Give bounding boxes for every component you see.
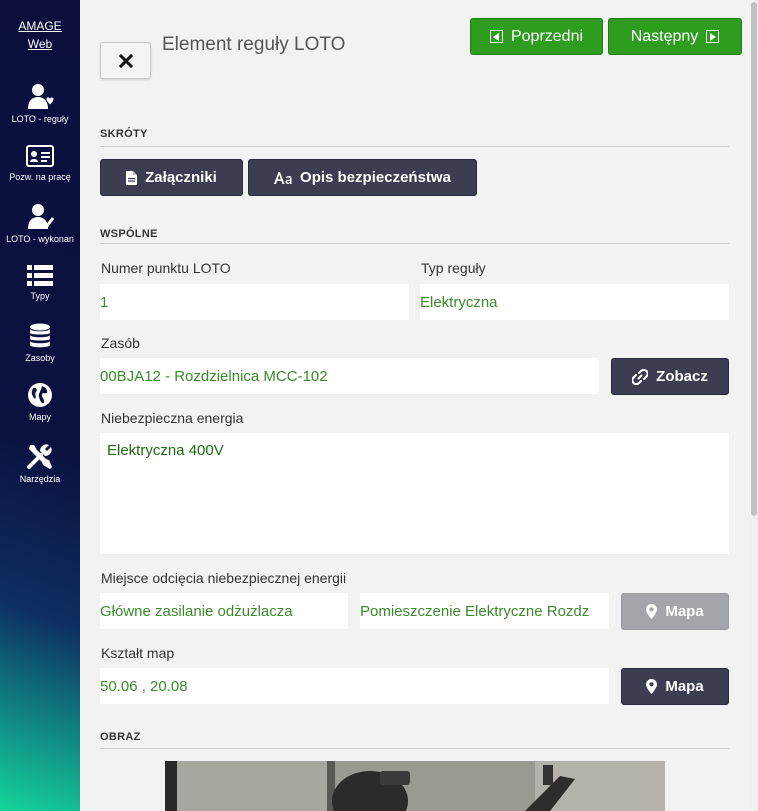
close-icon [118,53,133,68]
section-divider [100,748,729,749]
section-image-heading: OBRAZ [100,731,141,743]
asset-label: Zasób [101,335,140,351]
document-icon [126,170,138,185]
sidebar-item-work-permit[interactable]: Pozw. na pracę [0,144,80,182]
user-check-icon [28,204,54,229]
id-card-icon [26,145,54,167]
loto-point-field[interactable]: 1 [100,284,409,320]
attachments-button[interactable]: Załączniki [100,159,243,196]
brand-line2: Web [27,37,53,51]
sidebar-item-types[interactable]: Typy [0,263,80,301]
sidebar-item-loto-executions[interactable]: LOTO - wykonan [0,202,80,244]
globe-icon [28,383,52,407]
sidebar-item-label: LOTO - wykonan [6,234,74,244]
rule-type-field[interactable]: Elektryczna [420,284,729,320]
attachments-label: Załączniki [145,169,217,186]
cutoff-location-field[interactable]: Główne zasilanie odżużlacza [100,593,348,629]
next-label: Następny [630,27,699,45]
map-shape-label: Kształt map [101,645,175,661]
prev-arrow-icon [489,30,503,43]
main-content: Element reguły LOTO Poprzedni Następny S… [80,0,750,811]
hazardous-energy-label: Niebezpieczna energia [101,410,244,426]
previous-button[interactable]: Poprzedni [470,18,603,55]
brand-line1: AMAGE [18,19,62,33]
section-divider [100,243,729,244]
shape-map-label: Mapa [665,678,704,695]
section-common-heading: WSPÓLNE [100,228,158,240]
list-icon [27,265,53,286]
text-size-icon [274,171,292,184]
section-divider [100,146,729,147]
sidebar-item-label: Typy [30,291,50,301]
hazardous-energy-field[interactable]: Elektryczna 400V [100,433,729,554]
close-button[interactable] [100,42,151,79]
map-shape-field[interactable]: 50.06 , 20.08 [100,668,609,704]
safety-description-label: Opis bezpieczeństwa [300,169,451,186]
sidebar-item-loto-rules[interactable]: LOTO - reguły [0,82,80,124]
sidebar-item-assets[interactable]: Zasoby [0,323,80,363]
database-icon [30,323,50,348]
sidebar-item-label: Narzędzia [19,474,61,484]
section-shortcuts-heading: SKRÓTY [100,128,148,140]
view-asset-button[interactable]: Zobacz [611,358,729,395]
brand-link[interactable]: AMAGE Web [0,17,80,53]
next-arrow-icon [706,30,720,43]
vertical-scrollbar[interactable] [750,0,758,811]
shape-map-button[interactable]: Mapa [621,668,729,705]
scrollbar-thumb[interactable] [751,2,757,516]
sidebar-item-label: Pozw. na pracę [9,172,71,182]
link-icon [632,368,649,385]
sidebar-item-label: LOTO - reguły [11,114,69,124]
user-heart-icon [28,84,54,109]
rule-type-label: Typ reguły [421,260,486,276]
asset-field[interactable]: 00BJA12 - Rozdzielnica MCC-102 [100,358,599,394]
map-marker-icon [646,679,658,694]
sidebar-item-label: Zasoby [25,353,55,363]
previous-label: Poprzedni [510,27,584,45]
sidebar: AMAGE Web LOTO - reguły Pozw. na pracę L… [0,0,80,811]
safety-description-button[interactable]: Opis bezpieczeństwa [248,159,477,196]
sidebar-item-maps[interactable]: Mapy [0,382,80,422]
cutoff-map-label: Mapa [665,603,704,620]
tools-icon [27,444,52,469]
next-button[interactable]: Następny [608,18,742,55]
equipment-photo [165,761,665,811]
cutoff-location-label: Miejsce odcięcia niebezpiecznej energii [101,570,347,586]
cutoff-room-field[interactable]: Pomieszczenie Elektryczne Rozdz [360,593,609,629]
sidebar-item-tools[interactable]: Narzędzia [0,442,80,484]
sidebar-item-label: Mapy [28,412,51,422]
map-marker-icon [646,604,658,619]
view-label: Zobacz [656,368,708,385]
page-title: Element reguły LOTO [162,34,346,55]
loto-point-label: Numer punktu LOTO [101,260,231,276]
cutoff-map-button[interactable]: Mapa [621,593,729,630]
